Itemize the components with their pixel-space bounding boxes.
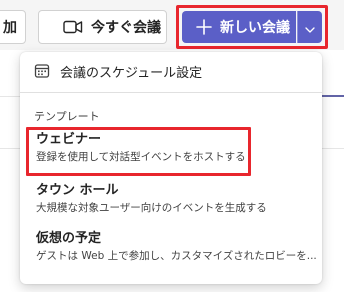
new-meeting-highlight-box: [176, 5, 328, 49]
meet-now-button[interactable]: 今すぐ会議: [38, 10, 167, 44]
calendar-icon: [34, 63, 50, 79]
meet-now-label: 今すぐ会議: [91, 20, 161, 36]
template-item-town-hall[interactable]: タウン ホール 大規模な対象ユーザー向けのイベントを生成する: [20, 182, 322, 222]
menu-divider: [20, 92, 322, 93]
templates-section-label: テンプレート: [34, 110, 100, 123]
partial-toolbar-button[interactable]: 加: [0, 10, 26, 44]
template-description: ゲストは Web 上で参加し、カスタマイズされたロビーを...: [36, 250, 317, 262]
template-title: タウン ホール: [36, 183, 119, 198]
template-title: 仮想の予定: [36, 231, 102, 246]
template-item-virtual-appointment[interactable]: 仮想の予定 ゲストは Web 上で参加し、カスタマイズされたロビーを...: [20, 230, 320, 278]
partial-button-label: 加: [3, 20, 17, 36]
video-icon: [63, 20, 83, 34]
webinar-highlight-box: [26, 127, 251, 176]
template-description: 大規模な対象ユーザー向けのイベントを生成する: [36, 202, 267, 214]
schedule-meeting-label: 会議のスケジュール設定: [60, 65, 203, 81]
schedule-meeting-item[interactable]: 会議のスケジュール設定: [20, 52, 322, 90]
